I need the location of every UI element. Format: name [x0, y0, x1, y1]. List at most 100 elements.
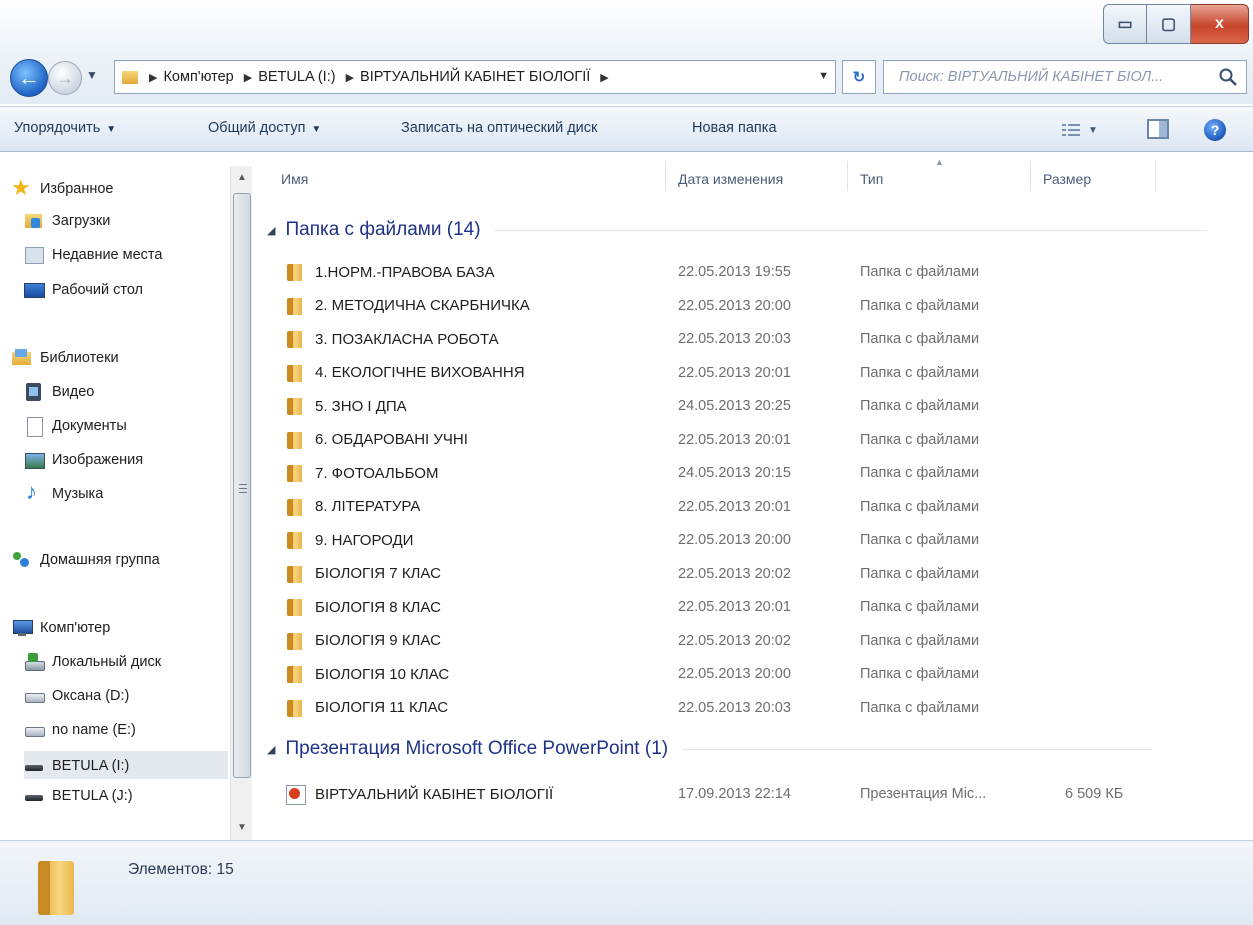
nav-drive-e[interactable]: no name (E:): [24, 721, 136, 739]
group-header-presentations[interactable]: ◢ Презентация Microsoft Office PowerPoin…: [267, 738, 1153, 760]
folder-name[interactable]: 2. МЕТОДИЧНА СКАРБНИЧКА: [285, 296, 530, 316]
organize-button[interactable]: Упорядочить ▼: [14, 120, 116, 136]
folder-type: Папка с файлами: [860, 532, 980, 548]
nav-scrollbar[interactable]: ▲ ▼: [230, 166, 252, 840]
folder-name[interactable]: БІОЛОГІЯ 11 КЛАС: [285, 698, 448, 718]
nav-music[interactable]: Музыка: [24, 479, 103, 505]
list-item[interactable]: БІОЛОГІЯ 8 КЛАС 22.05.2013 20:01 Папка с ф…: [285, 591, 1215, 622]
nav-desktop[interactable]: Рабочий стол: [24, 281, 143, 299]
minimize-button[interactable]: ▭: [1103, 4, 1147, 44]
folder-name[interactable]: БІОЛОГІЯ 10 КЛАС: [285, 664, 449, 684]
share-button[interactable]: Общий доступ ▼: [208, 120, 321, 136]
folder-name[interactable]: 7. ФОТОАЛЬБОМ: [285, 463, 438, 483]
burn-button[interactable]: Записать на оптический диск: [401, 120, 597, 136]
group-header-folders[interactable]: ◢ Папка с файлами (14): [267, 219, 1207, 241]
folder-name[interactable]: 5. ЗНО І ДПА: [285, 396, 407, 416]
recent-pages-dropdown[interactable]: ▼: [86, 68, 98, 82]
scroll-up-icon[interactable]: ▲: [231, 168, 253, 186]
images-icon: [24, 451, 45, 469]
nav-favorites[interactable]: Избранное: [11, 175, 113, 201]
list-item[interactable]: 7. ФОТОАЛЬБОМ 24.05.2013 20:15 Папка с фай…: [285, 457, 1215, 488]
nav-libraries[interactable]: Библиотеки: [12, 349, 119, 367]
chevron-down-icon: ▼: [311, 124, 322, 135]
maximize-button[interactable]: ▢: [1147, 4, 1191, 44]
nav-computer[interactable]: Комп'ютер: [12, 619, 110, 637]
folder-name[interactable]: БІОЛОГІЯ 8 КЛАС: [285, 597, 441, 617]
list-item[interactable]: 2. МЕТОДИЧНА СКАРБНИЧКА 22.05.2013 20:00 П…: [285, 290, 1215, 321]
column-divider[interactable]: [847, 161, 848, 191]
collapse-icon[interactable]: ◢: [267, 743, 275, 756]
folder-name[interactable]: 8. ЛІТЕРАТУРА: [285, 497, 420, 517]
address-bar[interactable]: ▶ Комп'ютер ▶ BETULA (I:) ▶ ВІРТУАЛЬНИЙ …: [114, 60, 836, 94]
chevron-right-icon[interactable]: ▶: [149, 71, 157, 84]
refresh-button[interactable]: ↻: [842, 60, 876, 94]
list-item[interactable]: 1.НОРМ.-ПРАВОВА БАЗА 22.05.2013 19:55 Папк…: [285, 256, 1215, 287]
folder-name[interactable]: 4. ЕКОЛОГІЧНЕ ВИХОВАННЯ: [285, 363, 525, 383]
list-item[interactable]: БІОЛОГІЯ 10 КЛАС 22.05.2013 20:00 Папка с …: [285, 658, 1215, 689]
nav-homegroup[interactable]: Домашняя группа: [12, 551, 160, 569]
column-divider[interactable]: [1155, 161, 1156, 191]
preview-pane-icon[interactable]: [1147, 119, 1169, 139]
view-options-button[interactable]: ▼: [1062, 117, 1124, 143]
downloads-folder-icon: [24, 212, 44, 230]
list-item[interactable]: 6. ОБДАРОВАНІ УЧНІ 22.05.2013 20:01 Папка …: [285, 424, 1215, 455]
breadcrumb-folder[interactable]: ВІРТУАЛЬНИЙ КАБІНЕТ БІОЛОГІЇ: [360, 69, 590, 85]
folder-name[interactable]: БІОЛОГІЯ 9 КЛАС: [285, 631, 441, 651]
chevron-down-icon: ▼: [1088, 124, 1098, 136]
chevron-down-icon[interactable]: ▼: [818, 70, 829, 82]
help-icon[interactable]: ?: [1204, 119, 1226, 141]
collapse-icon[interactable]: ◢: [267, 224, 275, 237]
breadcrumb-computer[interactable]: Комп'ютер: [163, 69, 233, 85]
folder-icon: [285, 530, 305, 550]
column-header-size[interactable]: Размер: [1043, 171, 1091, 187]
nav-drive-d[interactable]: Оксана (D:): [24, 687, 129, 705]
list-item[interactable]: ВІРТУАЛЬНИЙ КАБІНЕТ БІОЛОГІЇ 17.09.2013 …: [285, 778, 1215, 809]
scroll-down-icon[interactable]: ▼: [231, 818, 253, 836]
nav-local-disk[interactable]: Локальный диск: [24, 653, 161, 671]
new-folder-button[interactable]: Новая папка: [692, 120, 777, 136]
list-item[interactable]: БІОЛОГІЯ 9 КЛАС 22.05.2013 20:02 Папка с ф…: [285, 625, 1215, 656]
folder-name[interactable]: 9. НАГОРОДИ: [285, 530, 413, 550]
chevron-right-icon[interactable]: ▶: [244, 71, 252, 84]
scrollbar-thumb[interactable]: [233, 193, 251, 778]
folder-type: Папка с файлами: [860, 264, 980, 280]
list-item[interactable]: 8. ЛІТЕРАТУРА 22.05.2013 20:01 Папка с фай…: [285, 491, 1215, 522]
breadcrumb-drive[interactable]: BETULA (I:): [258, 69, 335, 85]
nav-drive-i[interactable]: BETULA (I:): [24, 751, 228, 779]
nav-recent-places[interactable]: Недавние места: [24, 246, 162, 264]
folder-icon: [285, 564, 305, 584]
list-item[interactable]: 3. ПОЗАКЛАСНА РОБОТА 22.05.2013 20:03 Папк…: [285, 323, 1215, 354]
folder-icon: [285, 329, 305, 349]
forward-button[interactable]: →: [48, 61, 82, 95]
list-item[interactable]: БІОЛОГІЯ 11 КЛАС 22.05.2013 20:03 Папка с …: [285, 692, 1215, 723]
back-button[interactable]: ←: [10, 59, 48, 97]
folder-icon: [285, 698, 305, 718]
chevron-right-icon[interactable]: ▶: [346, 71, 354, 84]
search-input[interactable]: Поиск: ВІРТУАЛЬНИЙ КАБІНЕТ БІОЛ...: [883, 60, 1247, 94]
nav-video[interactable]: Видео: [24, 383, 94, 401]
nav-documents[interactable]: Документы: [24, 417, 127, 437]
chevron-right-icon[interactable]: ▶: [600, 71, 608, 84]
folder-name[interactable]: 6. ОБДАРОВАНІ УЧНІ: [285, 430, 468, 450]
nav-downloads[interactable]: Загрузки: [24, 212, 110, 230]
nav-images[interactable]: Изображения: [24, 451, 143, 469]
folder-name[interactable]: БІОЛОГІЯ 7 КЛАС: [285, 564, 441, 584]
powerpoint-file-icon: [285, 784, 306, 805]
nav-drive-j[interactable]: BETULA (J:): [24, 787, 133, 805]
search-placeholder: Поиск: ВІРТУАЛЬНИЙ КАБІНЕТ БІОЛ...: [899, 69, 1164, 85]
column-divider[interactable]: [1030, 161, 1031, 191]
file-name[interactable]: ВІРТУАЛЬНИЙ КАБІНЕТ БІОЛОГІЇ: [285, 784, 553, 805]
folder-name[interactable]: 1.НОРМ.-ПРАВОВА БАЗА: [285, 262, 495, 282]
column-header-type[interactable]: Тип: [860, 171, 883, 187]
list-item[interactable]: 5. ЗНО І ДПА 24.05.2013 20:25 Папка с файл…: [285, 390, 1215, 421]
list-item[interactable]: 4. ЕКОЛОГІЧНЕ ВИХОВАННЯ 22.05.2013 20:01 П…: [285, 357, 1215, 388]
status-bar: Элементов: 15: [0, 840, 1253, 925]
column-header-name[interactable]: Имя: [281, 171, 308, 187]
folder-name[interactable]: 3. ПОЗАКЛАСНА РОБОТА: [285, 329, 499, 349]
column-header-date[interactable]: Дата изменения: [678, 171, 783, 187]
close-button[interactable]: x: [1191, 4, 1249, 44]
folder-icon: [285, 363, 305, 383]
list-item[interactable]: 9. НАГОРОДИ 22.05.2013 20:00 Папка с файла…: [285, 524, 1215, 555]
list-item[interactable]: БІОЛОГІЯ 7 КЛАС 22.05.2013 20:02 Папка с ф…: [285, 558, 1215, 589]
column-divider[interactable]: [665, 161, 666, 191]
